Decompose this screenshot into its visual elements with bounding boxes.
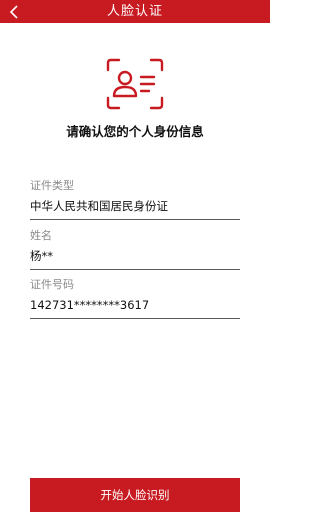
id-number-field: 证件号码 142731********3617 (30, 277, 240, 319)
id-type-field: 证件类型 中华人民共和国居民身份证 (30, 178, 240, 220)
id-number-value: 142731********3617 (30, 298, 150, 312)
name-field: 姓名 杨** (30, 228, 240, 270)
face-id-card-icon (106, 58, 164, 110)
id-type-label: 证件类型 (30, 179, 74, 192)
app-header: 人脸认证 (0, 0, 270, 23)
id-number-label: 证件号码 (30, 278, 74, 291)
start-face-recognition-button[interactable]: 开始人脸识别 (30, 478, 240, 512)
field-divider (30, 318, 240, 319)
name-label: 姓名 (30, 229, 52, 242)
page-title: 人脸认证 (106, 4, 163, 19)
name-value: 杨** (30, 249, 53, 263)
field-divider (30, 219, 240, 220)
id-type-value: 中华人民共和国居民身份证 (30, 199, 168, 213)
face-verification-screen: 人脸认证 请确认您的个人身份信息 证件类型 中华人民共和国居民身份证 姓名 杨*… (0, 0, 270, 512)
confirm-identity-heading: 请确认您的个人身份信息 (66, 124, 204, 139)
field-divider (30, 269, 240, 270)
